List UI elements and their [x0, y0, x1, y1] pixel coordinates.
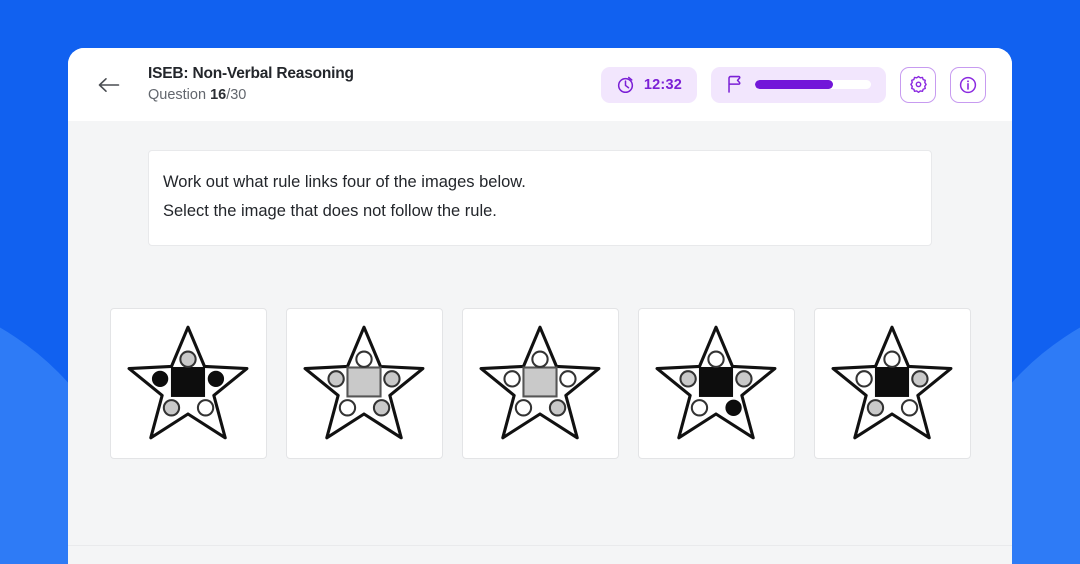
stopwatch-icon: [617, 76, 634, 94]
circle-right-gray: [735, 370, 753, 388]
page-title: ISEB: Non-Verbal Reasoning: [148, 65, 354, 82]
circle-bottom-right-white: [900, 399, 919, 417]
circle-top-white: [883, 350, 901, 369]
quiz-body: Work out what rule links four of the ima…: [68, 121, 1012, 564]
header-controls: 12:32: [600, 66, 986, 103]
centre-square-black: [170, 367, 206, 398]
screen-root: ISEB: Non-Verbal Reasoning Question 16/3…: [0, 0, 1080, 564]
circle-left-white: [503, 370, 521, 388]
circle-right-black: [207, 370, 225, 388]
answer-option-card[interactable]: [461, 307, 619, 459]
answer-option-card[interactable]: [813, 307, 971, 459]
circle-left-gray: [327, 370, 345, 388]
info-button[interactable]: [950, 66, 986, 103]
star-figure-option-c: [479, 325, 601, 440]
prompt-line-1: Work out what rule links four of the ima…: [163, 173, 526, 191]
timer-pill: 12:32: [600, 66, 697, 103]
quiz-window: ISEB: Non-Verbal Reasoning Question 16/3…: [68, 48, 1012, 564]
prompt-line-2: Select the image that does not follow th…: [163, 202, 497, 221]
circle-right-gray: [911, 370, 929, 388]
circle-bottom-left-gray: [866, 399, 885, 417]
circle-left-gray: [679, 370, 697, 388]
circle-right-gray: [383, 370, 401, 388]
centre-square-black: [874, 367, 910, 398]
centre-square-gray: [522, 366, 558, 398]
progress-bar-fill: [755, 80, 833, 89]
circle-top-white: [707, 350, 725, 369]
circle-left-black: [151, 370, 169, 388]
answer-option-card[interactable]: [285, 307, 443, 459]
timer-value: 12:32: [643, 76, 682, 93]
circle-left-white: [855, 370, 873, 388]
question-total: /30: [226, 87, 247, 104]
answer-option-card[interactable]: [109, 307, 267, 459]
circle-bottom-right-gray: [548, 399, 567, 417]
settings-button[interactable]: [900, 66, 936, 103]
answer-option-card[interactable]: [637, 307, 795, 459]
answer-options: [68, 307, 1012, 459]
star-figure-option-d: [655, 325, 777, 440]
circle-top-white: [355, 350, 373, 369]
title-block: ISEB: Non-Verbal Reasoning Question 16/3…: [148, 64, 601, 105]
star-figure-option-a: [127, 325, 249, 440]
quiz-footer: Next: [68, 545, 1012, 564]
question-label: Question: [148, 87, 207, 104]
info-icon: [959, 76, 977, 93]
star-figure-option-e: [831, 325, 953, 440]
flag-icon: [728, 75, 741, 93]
circle-bottom-right-white: [196, 399, 215, 417]
arrow-left-icon: [98, 77, 120, 92]
quiz-header: ISEB: Non-Verbal Reasoning Question 16/3…: [68, 48, 1012, 121]
progress-pill: [711, 66, 886, 103]
progress-bar: [755, 80, 871, 89]
circle-bottom-left-white: [514, 399, 533, 417]
back-button[interactable]: [92, 68, 126, 102]
question-counter: Question 16/30: [148, 86, 601, 105]
centre-square-black: [698, 367, 734, 398]
circle-bottom-left-white: [690, 399, 709, 417]
circle-bottom-left-white: [338, 399, 357, 417]
centre-square-gray: [346, 366, 382, 398]
circle-top-gray: [179, 350, 197, 369]
circle-bottom-right-gray: [372, 399, 391, 417]
circle-bottom-left-gray: [162, 399, 181, 417]
star-figure-option-b: [303, 325, 425, 440]
question-current: 16: [210, 87, 227, 104]
circle-top-white: [531, 350, 549, 369]
circle-bottom-right-black: [725, 399, 742, 417]
question-prompt: Work out what rule links four of the ima…: [148, 150, 932, 246]
circle-right-white: [559, 370, 577, 388]
gear-icon: [909, 75, 927, 94]
